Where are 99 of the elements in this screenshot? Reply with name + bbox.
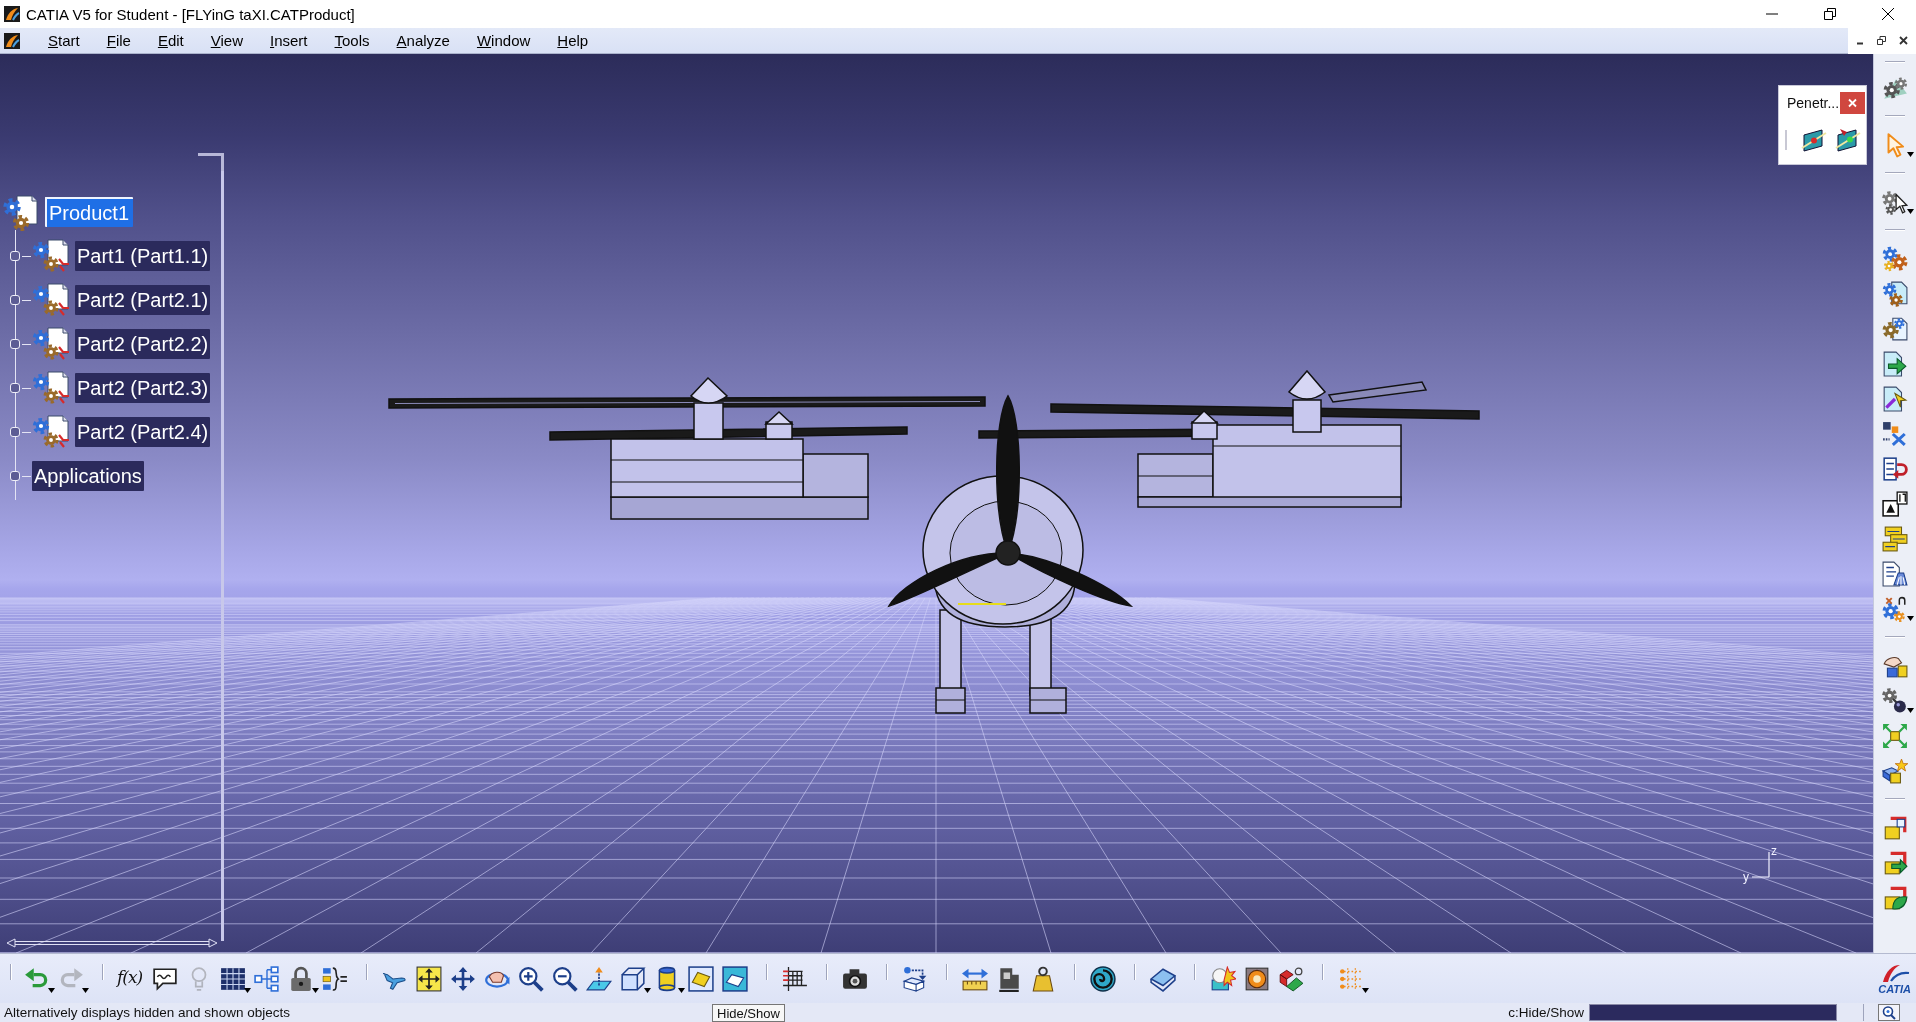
block-stand-icon[interactable] [996, 965, 1022, 992]
block-leaf-icon[interactable] [1882, 884, 1908, 911]
stacked-boxes-icon[interactable] [1882, 525, 1908, 552]
list-arrow-icon[interactable] [1882, 455, 1908, 482]
part-icon[interactable] [32, 327, 70, 361]
blocks-cross-icon[interactable] [1882, 420, 1908, 447]
tree-item[interactable]: Part2 (Part2.2) [75, 329, 211, 359]
block-arrow-icon[interactable] [1882, 849, 1908, 876]
expander-icon[interactable] [10, 339, 20, 349]
star-burst-icon[interactable] [1210, 965, 1236, 992]
document-arrow-icon[interactable] [1882, 350, 1908, 377]
logo-text: CATIA [1878, 982, 1911, 995]
gear-sheet-icon[interactable] [1882, 315, 1908, 342]
tree-item[interactable]: Part2 (Part2.1) [75, 285, 211, 315]
tooltip: Hide/Show [712, 1004, 785, 1022]
caret-icon[interactable] [1362, 987, 1369, 993]
menu-item[interactable]: View [207, 32, 246, 49]
status-message: Alternatively displays hidden and shown objects [3, 1005, 290, 1020]
plane-point-icon[interactable] [1835, 127, 1861, 153]
menu-item[interactable]: Analyze [393, 32, 453, 49]
restore-icon[interactable] [1824, 8, 1836, 20]
weight-icon[interactable] [1030, 965, 1056, 992]
menu-item[interactable]: File [103, 32, 134, 49]
app-icon [4, 6, 20, 22]
star-blocks-icon[interactable] [1882, 757, 1908, 784]
menu-item[interactable]: Window [473, 32, 534, 49]
caret-icon[interactable] [1906, 708, 1914, 713]
close-icon[interactable] [1882, 8, 1894, 20]
block-corner-icon[interactable] [1882, 814, 1908, 841]
gear-cluster-icon[interactable] [1882, 245, 1908, 272]
comment-icon[interactable] [152, 965, 178, 992]
restore-icon[interactable] [1877, 36, 1887, 45]
axis-icon [1752, 852, 1770, 878]
dotted-grid-icon[interactable] [1338, 965, 1364, 992]
product-icon[interactable] [3, 193, 39, 231]
caret-icon[interactable] [48, 987, 55, 993]
ruler-grid-icon[interactable] [782, 965, 808, 992]
ring-square-icon[interactable] [1244, 965, 1270, 992]
expander-icon[interactable] [10, 471, 20, 481]
window-title: CATIA V5 for Student - [FLYinG taXI.CATProduct] [26, 5, 355, 23]
menu-item[interactable]: Help [554, 32, 592, 49]
plane-point-icon[interactable] [1801, 127, 1827, 153]
axis-label: z [1771, 844, 1777, 858]
tile-square-icon[interactable] [688, 965, 714, 992]
explode-arrows-icon[interactable] [1882, 722, 1908, 749]
tree-item[interactable]: Part2 (Part2.4) [75, 417, 211, 447]
close-icon[interactable] [1898, 36, 1908, 45]
command-label: c:Hide/Show [1508, 1005, 1584, 1020]
formula-button[interactable]: f(x) [117, 966, 143, 987]
gear-document-icon[interactable] [1882, 280, 1908, 307]
gear-pointer-icon[interactable] [1882, 188, 1908, 215]
cube-icon[interactable] [620, 965, 646, 992]
caret-icon[interactable] [1906, 616, 1914, 621]
caret-icon[interactable] [644, 987, 651, 993]
lock-icon[interactable] [288, 965, 314, 992]
menu-item[interactable]: Insert [267, 32, 311, 49]
menu-item[interactable]: Start [45, 32, 83, 49]
expander-icon[interactable] [10, 427, 20, 437]
swirl-icon[interactable] [1090, 965, 1116, 992]
panel-title: Penetr... [1786, 95, 1840, 111]
gear-cross-icon[interactable] [1882, 595, 1908, 622]
gear-ball-icon[interactable] [1882, 687, 1908, 714]
expander-icon[interactable] [10, 295, 20, 305]
triangle-box-icon[interactable] [1882, 490, 1908, 517]
command-input-field[interactable] [1589, 1004, 1837, 1021]
tree-scroll-handle[interactable] [6, 938, 218, 948]
tree-item[interactable]: Part1 (Part1.1) [75, 241, 211, 271]
braces-icon[interactable] [322, 965, 348, 992]
caret-icon[interactable] [1906, 152, 1914, 157]
caret-icon[interactable] [678, 987, 685, 993]
part-icon[interactable] [32, 415, 70, 449]
part-icon[interactable] [32, 283, 70, 317]
axis-label: y [1743, 870, 1749, 884]
part-icon[interactable] [32, 239, 70, 273]
pan-icon[interactable] [450, 965, 476, 992]
menu-item[interactable]: Edit [154, 32, 187, 49]
caret-icon[interactable] [312, 987, 319, 993]
tile-outline-icon[interactable] [722, 965, 748, 992]
tree-graph-icon[interactable] [254, 965, 280, 992]
tree-item[interactable]: Applications [32, 461, 144, 491]
zoom-in-icon[interactable] [518, 965, 544, 992]
app-icon[interactable] [4, 32, 20, 49]
tree-item[interactable]: Part2 (Part2.3) [75, 373, 211, 403]
expander-icon[interactable] [10, 383, 20, 393]
document-pointer-icon[interactable] [1882, 385, 1908, 412]
document-fan-icon[interactable] [1882, 560, 1908, 587]
plane-arrow-icon[interactable] [586, 965, 612, 992]
box-arrow-icon[interactable] [902, 965, 928, 992]
zoom-out-icon[interactable] [552, 965, 578, 992]
tree-item[interactable]: Product1 [45, 197, 134, 227]
caret-icon[interactable] [1906, 209, 1914, 214]
part-icon[interactable] [32, 371, 70, 405]
fit-all-icon[interactable] [416, 965, 442, 992]
expander-icon[interactable] [10, 251, 20, 261]
caret-icon[interactable] [244, 987, 251, 993]
menu-item[interactable]: Tools [331, 32, 373, 49]
magnifier-icon[interactable] [1878, 1004, 1900, 1021]
table-icon[interactable] [220, 965, 246, 992]
blocks-ring-icon[interactable] [1278, 965, 1304, 992]
